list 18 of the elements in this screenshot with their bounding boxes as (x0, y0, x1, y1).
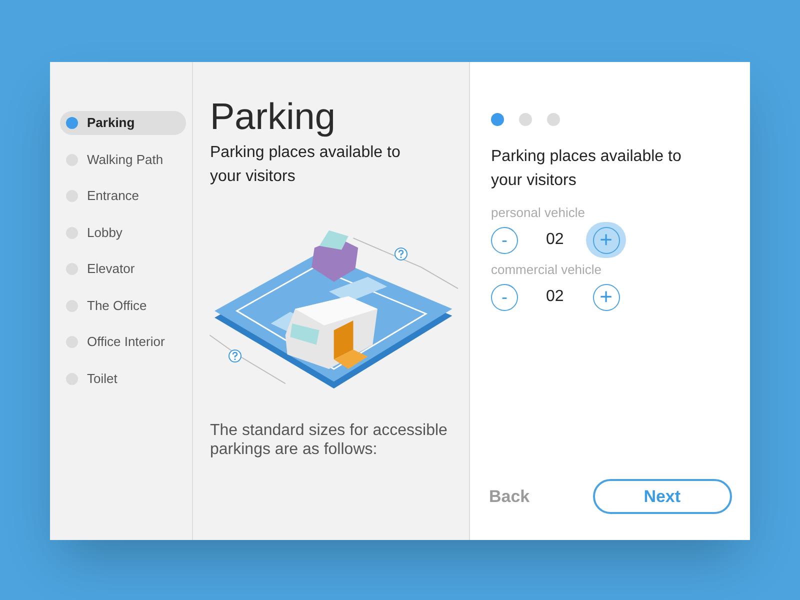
sidebar-item[interactable]: Parking (60, 111, 186, 135)
field-label: commercial vehicle (491, 262, 603, 278)
info-text: The standard sizes for accessible parkings are as follows: (210, 421, 448, 459)
counter-value: 02 (546, 230, 565, 250)
sidebar-item[interactable]: Elevator (60, 257, 186, 281)
question-icon (228, 349, 242, 363)
form-heading: Parking places available to your visitors (491, 147, 682, 191)
question-icon (394, 247, 408, 261)
sidebar-item[interactable]: Entrance (60, 184, 186, 208)
page-subtitle: Parking places available to your visitors (210, 143, 402, 187)
field-label: personal vehicle (491, 205, 586, 221)
counter-value: 02 (546, 287, 565, 307)
sidebar-item[interactable]: The Office (60, 294, 186, 318)
sidebar-item[interactable]: Toilet (60, 366, 186, 390)
page-title: Parking (210, 95, 336, 139)
sidebar-item[interactable]: Office Interior (60, 330, 186, 354)
sidebar-item[interactable]: Walking Path (60, 148, 186, 172)
sidebar-item[interactable]: Lobby (60, 220, 186, 244)
